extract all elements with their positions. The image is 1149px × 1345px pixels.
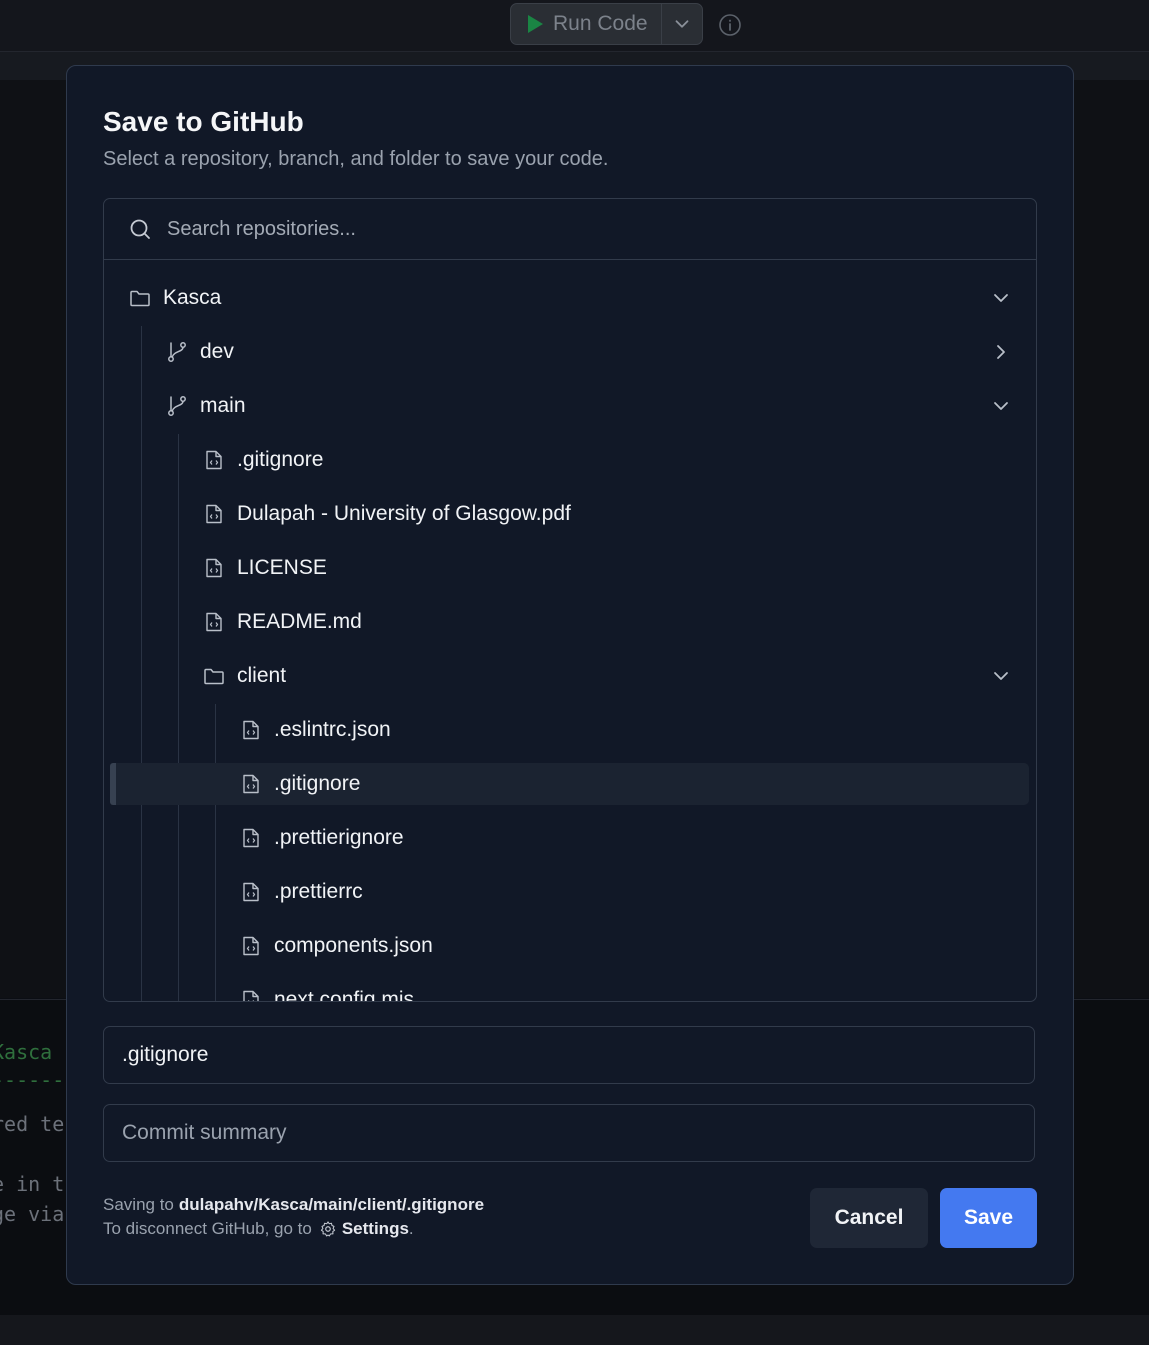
file-code-icon — [206, 450, 222, 470]
terminal-line: Kasca — [0, 1040, 53, 1064]
dialog-title: Save to GitHub — [103, 106, 304, 137]
chevron-right-icon[interactable] — [989, 340, 1013, 364]
tree-item-file[interactable]: .prettierrc — [110, 871, 1029, 913]
disconnect-hint: To disconnect GitHub, go to Settings . — [103, 1219, 414, 1239]
search-input[interactable] — [165, 216, 1036, 242]
run-code-label: Run Code — [553, 12, 648, 35]
run-options-dropdown[interactable] — [662, 4, 702, 44]
folder-icon — [130, 290, 150, 307]
tree-item-label: main — [200, 394, 246, 417]
tree-item-file[interactable]: .eslintrc.json — [110, 709, 1029, 751]
file-code-icon — [206, 558, 222, 578]
tree-item-file[interactable]: LICENSE — [110, 547, 1029, 589]
tree-item-label: Kasca — [163, 286, 222, 309]
tree-item-file[interactable]: Dulapah - University of Glasgow.pdf — [110, 493, 1029, 535]
file-code-icon — [243, 774, 259, 794]
filename-input[interactable] — [103, 1026, 1035, 1084]
save-to-github-dialog: Save to GitHub Select a repository, bran… — [66, 65, 1074, 1285]
run-code-button[interactable]: Run Code — [511, 4, 662, 44]
tree-item-label: Dulapah - University of Glasgow.pdf — [237, 502, 571, 525]
search-icon — [130, 219, 150, 239]
folder-icon — [204, 668, 224, 685]
tree-item-file[interactable]: next.config.mjs — [110, 979, 1029, 1001]
tree-item-label: .prettierignore — [274, 826, 404, 849]
tree-item-label: dev — [200, 340, 234, 363]
tree-item-label: components.json — [274, 934, 433, 957]
terminal-line: ge via — [0, 1202, 65, 1226]
commit-summary-input[interactable] — [103, 1104, 1035, 1162]
terminal-line: ------- — [0, 1068, 77, 1092]
tree-item-label: LICENSE — [237, 556, 327, 579]
file-code-icon — [243, 936, 259, 956]
info-icon[interactable] — [718, 13, 742, 37]
tree-item-repo-kasca[interactable]: Kasca — [110, 277, 1029, 319]
tree-item-label: .eslintrc.json — [274, 718, 391, 741]
git-branch-icon — [168, 342, 186, 362]
saving-path-text: Saving to dulapahv/Kasca/main/client/.gi… — [103, 1195, 484, 1215]
terminal-line: red te — [0, 1112, 65, 1136]
tree-item-file-selected[interactable]: .gitignore — [110, 763, 1029, 805]
chevron-down-icon[interactable] — [989, 394, 1013, 418]
dialog-subtitle: Select a repository, branch, and folder … — [103, 148, 609, 170]
tree-item-label: .gitignore — [237, 448, 324, 471]
disconnect-prefix: To disconnect GitHub, go to — [103, 1219, 312, 1238]
cancel-button[interactable]: Cancel — [810, 1188, 928, 1248]
top-toolbar: Run Code — [0, 0, 1149, 52]
file-code-icon — [243, 720, 259, 740]
tree-item-branch-main[interactable]: main — [110, 385, 1029, 427]
search-bar — [104, 199, 1036, 260]
file-code-icon — [243, 882, 259, 902]
chevron-down-icon[interactable] — [989, 664, 1013, 688]
chevron-down-icon — [675, 20, 688, 28]
tree-item-file[interactable]: components.json — [110, 925, 1029, 967]
saving-prefix: Saving to — [103, 1195, 174, 1214]
tree-item-label: .gitignore — [274, 772, 361, 795]
file-code-icon — [206, 612, 222, 632]
terminal-line: e in t — [0, 1172, 65, 1196]
file-tree: Kasca dev main .gitignore Dulapah - Univ… — [104, 260, 1036, 1001]
file-code-icon — [206, 504, 222, 524]
play-icon — [528, 15, 543, 33]
status-bar — [0, 1315, 1149, 1345]
saving-path: dulapahv/Kasca/main/client/.gitignore — [178, 1195, 485, 1214]
tree-item-branch-dev[interactable]: dev — [110, 331, 1029, 373]
file-code-icon — [243, 828, 259, 848]
tree-item-file[interactable]: README.md — [110, 601, 1029, 643]
period: . — [408, 1219, 414, 1238]
file-code-icon — [243, 990, 259, 1001]
git-branch-icon — [168, 396, 186, 416]
gear-icon — [320, 1221, 335, 1237]
repository-picker: Kasca dev main .gitignore — [103, 198, 1037, 1002]
tree-item-label: next.config.mjs — [274, 988, 415, 1001]
tree-item-folder-client[interactable]: client — [110, 655, 1029, 697]
save-button[interactable]: Save — [940, 1188, 1037, 1248]
run-code-group: Run Code — [510, 3, 703, 45]
tree-item-file[interactable]: .gitignore — [110, 439, 1029, 481]
tree-item-label: README.md — [237, 610, 362, 633]
tree-item-label: .prettierrc — [274, 880, 363, 903]
settings-link[interactable]: Settings — [342, 1219, 409, 1239]
chevron-down-icon[interactable] — [989, 286, 1013, 310]
tree-item-file[interactable]: .prettierignore — [110, 817, 1029, 859]
tree-item-label: client — [237, 664, 287, 687]
